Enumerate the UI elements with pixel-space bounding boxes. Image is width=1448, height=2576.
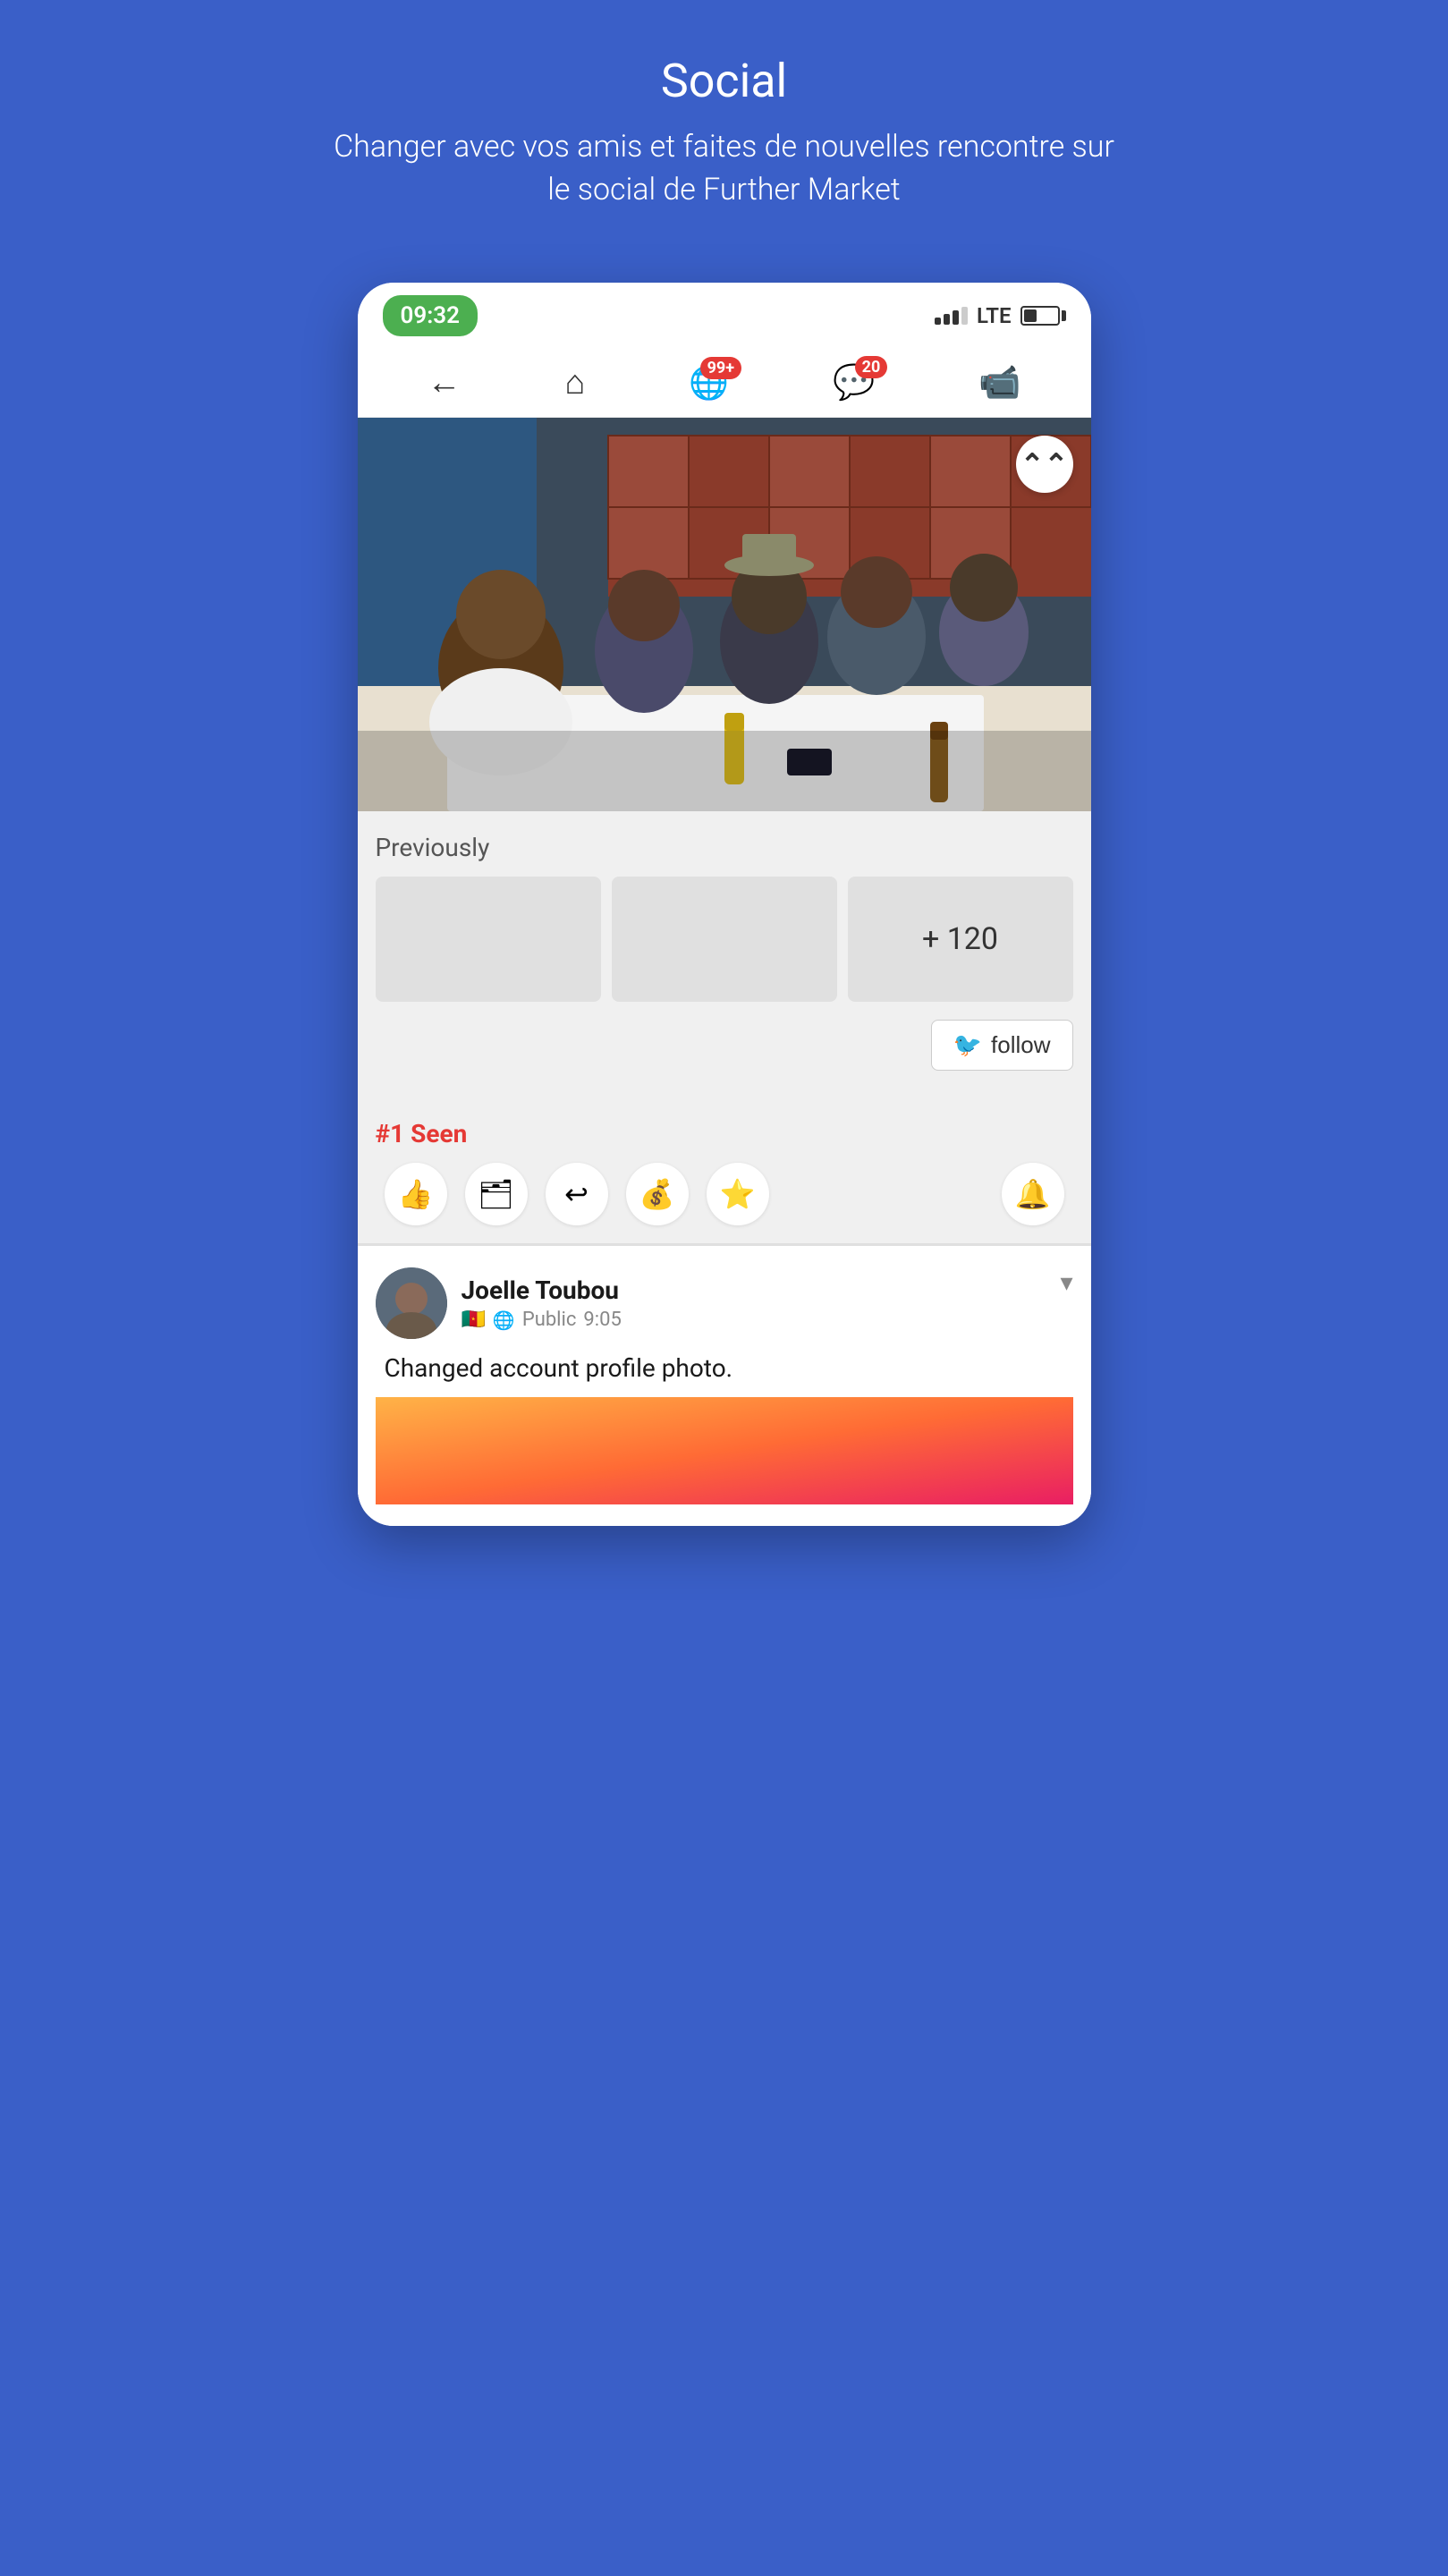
avatar-svg bbox=[376, 1267, 447, 1339]
page-subtitle: Changer avec vos amis et faites de nouve… bbox=[322, 126, 1127, 211]
star-button[interactable]: ⭐ bbox=[707, 1163, 769, 1225]
money-icon: 💰 bbox=[639, 1177, 675, 1211]
signal-bar-2 bbox=[944, 314, 950, 325]
nav-bar: ← ⌂ 🌐 99+ 💬 20 📹 bbox=[358, 349, 1091, 418]
twitter-icon: 🐦 bbox=[953, 1031, 982, 1059]
previously-label: Previously bbox=[376, 833, 1073, 862]
user-name: Joelle Toubou bbox=[461, 1275, 622, 1305]
repost-icon: 🗂 bbox=[478, 1177, 514, 1211]
battery-body bbox=[1020, 306, 1060, 326]
next-post: Joelle Toubou 🇨🇲 🌐 Public 9:05 ▾ Changed… bbox=[358, 1246, 1091, 1526]
post-user: Joelle Toubou 🇨🇲 🌐 Public 9:05 bbox=[376, 1267, 622, 1339]
signal-bars bbox=[935, 307, 968, 325]
repost-button[interactable]: 🗂 bbox=[465, 1163, 528, 1225]
post-text: Changed account profile photo. bbox=[376, 1353, 1073, 1383]
video-icon: 📹 bbox=[978, 363, 1020, 402]
messages-button[interactable]: 💬 20 bbox=[833, 363, 875, 402]
phone-frame: 09:32 LTE ← ⌂ 🌐 99+ bbox=[358, 283, 1091, 1526]
notifications-badge: 99+ bbox=[700, 357, 741, 379]
star-icon: ⭐ bbox=[720, 1177, 756, 1211]
messages-badge: 20 bbox=[855, 356, 888, 378]
flag-icon: 🇨🇲 bbox=[461, 1309, 486, 1331]
post-section: Previously + 120 🐦 follow bbox=[358, 811, 1091, 1110]
lte-indicator: LTE bbox=[977, 303, 1011, 328]
post-image-inner bbox=[358, 418, 1091, 811]
post-photo-svg bbox=[358, 418, 1091, 811]
globe-public-icon: 🌐 bbox=[493, 1309, 515, 1331]
seen-section: #1 Seen 👍 🗂 ↩ 💰 ⭐ bbox=[358, 1110, 1091, 1244]
share-button[interactable]: ↩ bbox=[546, 1163, 608, 1225]
thumbnails-row: + 120 bbox=[376, 877, 1073, 1002]
page-header: Social Changer avec vos amis et faites d… bbox=[286, 0, 1163, 247]
money-button[interactable]: 💰 bbox=[626, 1163, 689, 1225]
signal-bar-3 bbox=[953, 310, 959, 325]
more-count-label: + 120 bbox=[922, 921, 998, 957]
share-icon: ↩ bbox=[564, 1177, 589, 1211]
battery-fill bbox=[1024, 309, 1037, 322]
seen-hash: #1 bbox=[376, 1119, 411, 1148]
scroll-up-button[interactable]: ⌃⌃ bbox=[1016, 436, 1073, 493]
time-badge: 09:32 bbox=[383, 295, 478, 336]
user-info: Joelle Toubou 🇨🇲 🌐 Public 9:05 bbox=[461, 1275, 622, 1331]
post-header: Joelle Toubou 🇨🇲 🌐 Public 9:05 ▾ bbox=[376, 1267, 1073, 1339]
signal-bar-4 bbox=[961, 307, 968, 325]
follow-button[interactable]: 🐦 follow bbox=[931, 1020, 1073, 1071]
action-icons-row: 👍 🗂 ↩ 💰 ⭐ 🔔 bbox=[376, 1163, 1073, 1225]
home-icon: ⌂ bbox=[564, 363, 585, 402]
post-dropdown-button[interactable]: ▾ bbox=[1060, 1267, 1072, 1297]
post-bottom-image bbox=[376, 1397, 1073, 1504]
status-bar: 09:32 LTE bbox=[358, 283, 1091, 349]
thumbnail-1[interactable] bbox=[376, 877, 601, 1002]
back-arrow-icon: ← bbox=[427, 363, 461, 402]
home-button[interactable]: ⌂ bbox=[564, 363, 585, 402]
back-button[interactable]: ← bbox=[427, 363, 461, 402]
user-avatar bbox=[376, 1267, 447, 1339]
like-button[interactable]: 👍 bbox=[385, 1163, 447, 1225]
battery bbox=[1020, 306, 1066, 326]
post-image-preview bbox=[376, 1397, 1073, 1504]
like-icon: 👍 bbox=[398, 1177, 434, 1211]
page-title: Social bbox=[322, 54, 1127, 108]
scroll-up-icon: ⌃⌃ bbox=[1020, 450, 1069, 479]
visibility-label: Public bbox=[522, 1309, 577, 1331]
video-button[interactable]: 📹 bbox=[978, 363, 1020, 402]
battery-tip bbox=[1062, 310, 1066, 321]
avatar-inner bbox=[376, 1267, 447, 1339]
seen-label: #1 Seen bbox=[376, 1119, 1073, 1148]
bell-button[interactable]: 🔔 bbox=[1002, 1163, 1064, 1225]
thumbnail-more[interactable]: + 120 bbox=[848, 877, 1073, 1002]
thumbnail-2[interactable] bbox=[612, 877, 837, 1002]
post-time: 9:05 bbox=[583, 1309, 621, 1331]
notifications-button[interactable]: 🌐 99+ bbox=[689, 364, 729, 402]
user-meta: 🇨🇲 🌐 Public 9:05 bbox=[461, 1309, 622, 1331]
signal-bar-1 bbox=[935, 318, 941, 325]
action-icons-left: 👍 🗂 ↩ 💰 ⭐ bbox=[385, 1163, 769, 1225]
main-post-image: ⌃⌃ bbox=[358, 418, 1091, 811]
bell-icon: 🔔 bbox=[1015, 1177, 1051, 1211]
status-icons: LTE bbox=[935, 303, 1065, 328]
follow-row: 🐦 follow bbox=[376, 1020, 1073, 1071]
seen-text: Seen bbox=[411, 1119, 467, 1148]
follow-label: follow bbox=[991, 1031, 1050, 1059]
